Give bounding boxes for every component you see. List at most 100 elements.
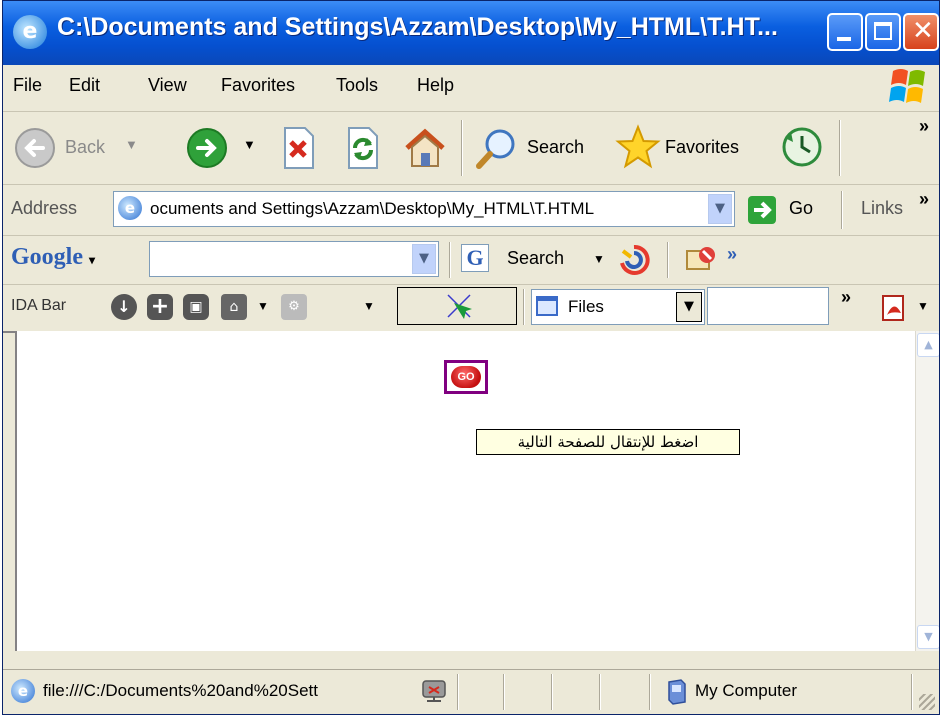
google-logo-text: Google (11, 244, 83, 270)
ida-files-select[interactable]: Files ▼ (531, 289, 705, 325)
page-content: GO اضغط للإنتقال للصفحة التالية (15, 331, 917, 651)
vertical-scrollbar[interactable]: ▲ ▼ (915, 331, 939, 651)
ida-power-icon[interactable]: ↓ (111, 294, 137, 320)
stop-icon[interactable] (279, 126, 319, 170)
toolbar-separator (461, 120, 463, 176)
files-dropdown-button[interactable]: ▼ (676, 292, 702, 322)
search-button[interactable]: Search (473, 126, 597, 170)
google-input-dropdown-button[interactable]: ▼ (412, 244, 436, 274)
minimize-button[interactable] (827, 13, 863, 51)
address-dropdown-button[interactable]: ▼ (708, 194, 732, 224)
menu-favorites[interactable]: Favorites (221, 75, 295, 96)
ida-settings-icon[interactable]: ⚙ (281, 294, 307, 320)
scroll-up-icon[interactable]: ▲ (917, 333, 939, 357)
google-search-button[interactable]: G Search ▼ (461, 242, 611, 278)
address-input[interactable]: e ocuments and Settings\Azzam\Desktop\My… (113, 191, 735, 227)
go-button[interactable]: Go (747, 193, 827, 227)
maximize-icon (874, 22, 892, 40)
home-icon[interactable] (403, 126, 447, 170)
google-search-label: Search (507, 248, 565, 268)
back-dropdown-icon: ▼ (125, 137, 138, 152)
network-activity-icon (422, 680, 446, 702)
window-title: C:\Documents and Settings\Azzam\Desktop\… (57, 13, 778, 41)
ida-home-icon[interactable]: ⌂ (221, 294, 247, 320)
toolbar-overflow-chevron[interactable]: » (919, 116, 929, 137)
menu-view[interactable]: View (148, 75, 187, 96)
popup-blocker-icon[interactable] (683, 243, 717, 277)
links-overflow-chevron[interactable]: » (919, 189, 929, 210)
ida-text-input[interactable] (707, 287, 829, 325)
favorites-star-icon (615, 124, 661, 169)
google-search-input[interactable]: ▼ (149, 241, 439, 277)
go-label: Go (789, 198, 814, 218)
my-computer-icon (668, 679, 686, 705)
favorites-label: Favorites (665, 137, 740, 157)
status-separator (551, 674, 553, 710)
google-g-icon: G (461, 244, 489, 272)
windows-logo-icon (889, 69, 925, 103)
pdf-dropdown-icon[interactable]: ▼ (917, 299, 929, 313)
menu-tools[interactable]: Tools (336, 75, 378, 96)
status-separator (911, 674, 913, 710)
pagerank-swirl-icon[interactable] (617, 243, 651, 277)
google-separator (449, 242, 451, 278)
address-bar: Address e ocuments and Settings\Azzam\De… (3, 185, 939, 236)
ida-bar-label: IDA Bar (11, 297, 67, 314)
menu-bar: File Edit View Favorites Tools Help (3, 65, 939, 112)
menu-edit[interactable]: Edit (69, 75, 100, 96)
title-bar[interactable]: e C:\Documents and Settings\Azzam\Deskto… (3, 1, 939, 65)
status-separator (457, 674, 459, 710)
toolbar-separator (839, 120, 841, 176)
close-button[interactable]: ✕ (903, 13, 939, 51)
forward-arrow-icon[interactable] (185, 126, 229, 170)
back-label: Back (65, 137, 106, 157)
google-separator (667, 242, 669, 278)
search-icon (476, 129, 515, 169)
cursor-target-icon (447, 294, 472, 319)
status-page-icon: e (11, 679, 35, 703)
forward-dropdown-icon[interactable]: ▼ (243, 137, 256, 152)
tooltip: اضغط للإنتقال للصفحة التالية (476, 429, 740, 455)
back-arrow-icon (15, 128, 55, 168)
resize-grip-icon[interactable] (919, 694, 935, 710)
status-bar: e file:///C:/Documents%20and%20Sett My C… (3, 669, 939, 714)
ida-settings-dropdown-icon[interactable]: ▼ (363, 299, 375, 313)
go-image-button[interactable]: GO (444, 360, 488, 394)
ida-add-icon[interactable]: + (147, 294, 173, 320)
back-button[interactable]: Back ▼ (13, 126, 173, 170)
scroll-down-icon[interactable]: ▼ (917, 625, 939, 649)
google-overflow-chevron[interactable]: » (727, 244, 737, 265)
ida-cursor-button[interactable] (397, 287, 517, 325)
page-icon: e (118, 196, 142, 220)
minimize-icon (837, 37, 851, 41)
files-label: Files (568, 297, 604, 316)
ida-toolbar: IDA Bar ↓ + ▣ ⌂ ▼ ⚙ ▼ Files ▼ » ▼ (3, 285, 939, 333)
go-image-label: GO (451, 366, 481, 388)
go-arrow-icon (748, 196, 776, 224)
refresh-icon[interactable] (343, 126, 383, 170)
pdf-icon[interactable] (879, 293, 909, 323)
history-icon[interactable] (779, 124, 825, 170)
ida-overflow-chevron[interactable]: » (841, 287, 851, 308)
status-separator (649, 674, 651, 710)
close-icon: ✕ (912, 16, 934, 46)
maximize-button[interactable] (865, 13, 901, 51)
google-toolbar: Google ▾ ▼ G Search ▼ » (3, 236, 939, 285)
google-logo[interactable]: Google ▾ (11, 244, 95, 271)
search-label: Search (527, 137, 585, 157)
browser-window: e C:\Documents and Settings\Azzam\Deskto… (2, 0, 940, 715)
address-label: Address (11, 198, 78, 218)
ida-home-dropdown-icon[interactable]: ▼ (257, 299, 269, 313)
ida-separator (523, 289, 525, 325)
ida-window-icon[interactable]: ▣ (183, 294, 209, 320)
standard-toolbar: Back ▼ ▼ Search Favorites » (3, 112, 939, 185)
menu-help[interactable]: Help (417, 75, 454, 96)
google-search-dropdown-icon: ▼ (593, 252, 605, 266)
google-dropdown-icon: ▾ (89, 253, 96, 267)
favorites-button[interactable]: Favorites (615, 124, 765, 170)
menu-file[interactable]: File (13, 75, 42, 96)
links-label[interactable]: Links (861, 198, 903, 219)
address-value: ocuments and Settings\Azzam\Desktop\My_H… (150, 199, 595, 218)
status-zone: My Computer (695, 681, 798, 700)
status-separator (503, 674, 505, 710)
